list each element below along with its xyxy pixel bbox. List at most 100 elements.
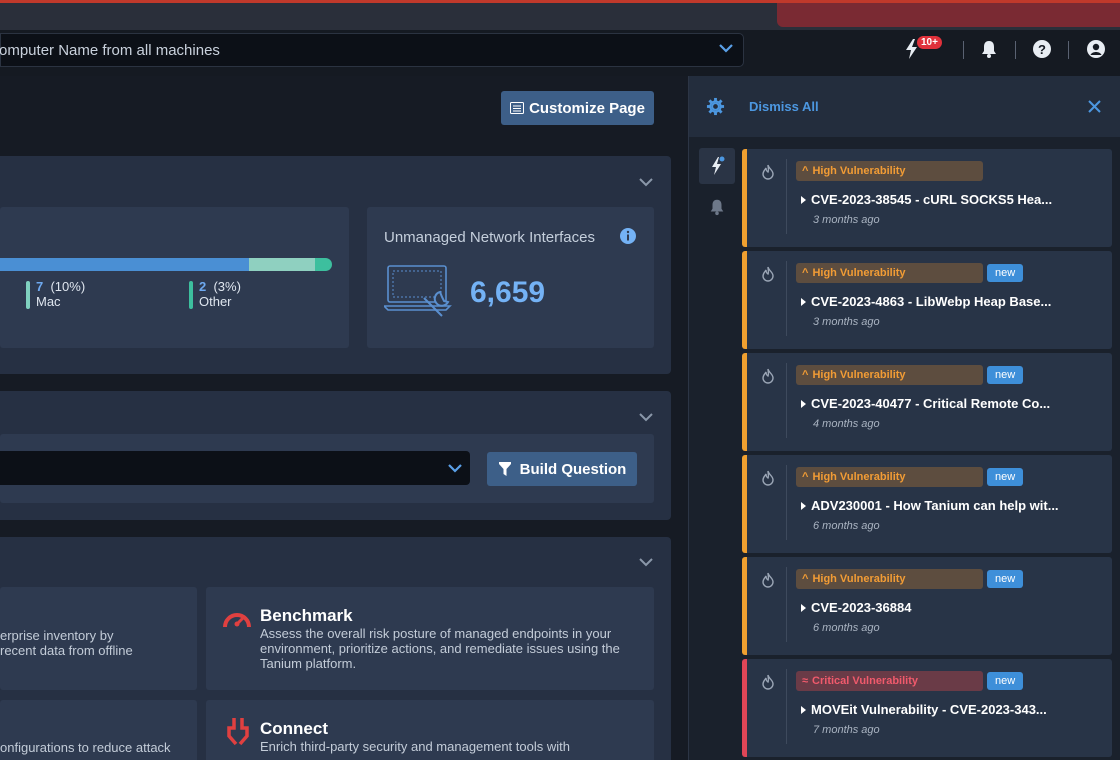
caret-right-icon	[801, 501, 806, 510]
modules-section: erprise inventory by recent data from of…	[0, 537, 671, 760]
severity-tag: ^ High Vulnerability	[796, 467, 983, 487]
notification-time: 6 months ago	[813, 520, 880, 532]
question-section: Build Question	[0, 391, 671, 520]
hardening-tile[interactable]: onfigurations to reduce attack	[0, 700, 197, 760]
new-badge: new	[987, 672, 1024, 690]
notification-title-text: MOVEit Vulnerability - CVE-2023-343...	[811, 702, 1047, 717]
header-bar: omputer Name from all machines	[0, 30, 1120, 76]
laptop-wrench-icon	[384, 265, 452, 317]
notification-title[interactable]: CVE-2023-36884	[801, 600, 911, 615]
connect-tile[interactable]: Connect Enrich third-party security and …	[206, 700, 654, 760]
benchmark-desc: Assess the overall risk posture of manag…	[260, 626, 620, 671]
chevron-down-icon[interactable]	[637, 408, 655, 426]
double-chevron-up-icon: ≈	[802, 675, 809, 687]
notification-card[interactable]: ^ High Vulnerability new CVE-2023-36884 6…	[742, 557, 1112, 655]
notification-time: 7 months ago	[813, 724, 880, 736]
divider	[786, 567, 787, 642]
chevron-up-icon: ^	[802, 165, 809, 177]
severity-label: High Vulnerability	[812, 267, 906, 279]
benchmark-title: Benchmark	[260, 606, 353, 625]
notification-title[interactable]: CVE-2023-4863 - LibWebp Heap Base...	[801, 294, 1051, 309]
lightning-icon	[712, 156, 725, 175]
chevron-down-icon[interactable]	[446, 459, 464, 477]
notification-title-text: ADV230001 - How Tanium can help wit...	[811, 498, 1059, 513]
tab-alerts[interactable]	[699, 190, 735, 226]
other-label: Other	[199, 294, 232, 309]
other-legend-swatch	[189, 281, 193, 309]
notification-title[interactable]: CVE-2023-38545 - cURL SOCKS5 Hea...	[801, 192, 1052, 207]
user-icon[interactable]	[1086, 39, 1106, 59]
inventory-desc-line2: recent data from offline	[0, 643, 133, 658]
question-search-input[interactable]: omputer Name from all machines	[0, 33, 744, 67]
build-question-label: Build Question	[519, 460, 627, 478]
notification-time: 3 months ago	[813, 214, 880, 226]
notification-title[interactable]: CVE-2023-40477 - Critical Remote Co...	[801, 396, 1050, 411]
notification-card[interactable]: ≈ Critical Vulnerability new MOVEit Vulne…	[742, 659, 1112, 757]
divider	[786, 261, 787, 336]
top-strip	[0, 0, 1120, 30]
notification-title-text: CVE-2023-4863 - LibWebp Heap Base...	[811, 294, 1052, 309]
inventory-desc-line1: erprise inventory by	[0, 628, 114, 643]
mac-legend-swatch	[26, 281, 30, 309]
fire-icon	[762, 266, 774, 282]
severity-tag: ^ High Vulnerability	[796, 263, 983, 283]
build-question-button[interactable]: Build Question	[487, 452, 637, 486]
bar-segment-other	[315, 258, 332, 271]
notification-card[interactable]: ^ High Vulnerability new ADV230001 - How …	[742, 455, 1112, 553]
divider	[786, 363, 787, 438]
bar-segment-windows	[0, 258, 249, 271]
question-input[interactable]	[0, 451, 470, 485]
environment-banner	[777, 3, 1120, 27]
notifications-panel: Dismiss All ^ High Vulnerability CVE-2023…	[688, 76, 1120, 760]
other-percent: (3%)	[213, 279, 241, 294]
chevron-up-icon: ^	[802, 573, 809, 585]
other-stat: 2 (3%) Other	[199, 279, 241, 309]
notification-card[interactable]: ^ High Vulnerability CVE-2023-38545 - cUR…	[742, 149, 1112, 247]
mac-count: 7	[36, 279, 44, 294]
inventory-tile[interactable]: erprise inventory by recent data from of…	[0, 587, 197, 690]
other-count: 2	[199, 279, 207, 294]
notification-count-badge: 10+	[917, 36, 942, 49]
caret-right-icon	[801, 195, 806, 204]
divider	[1068, 41, 1069, 59]
bell-icon[interactable]	[979, 39, 999, 59]
customize-page-button[interactable]: Customize Page	[501, 91, 654, 125]
chevron-down-icon[interactable]	[717, 39, 735, 57]
customize-page-label: Customize Page	[529, 99, 645, 117]
plug-icon	[227, 718, 249, 746]
notification-title[interactable]: ADV230001 - How Tanium can help wit...	[801, 498, 1059, 513]
notification-title-text: CVE-2023-38545 - cURL SOCKS5 Hea...	[811, 192, 1053, 207]
severity-label: High Vulnerability	[812, 369, 906, 381]
tab-activity[interactable]	[699, 148, 735, 184]
close-icon[interactable]	[1087, 99, 1102, 114]
benchmark-tile[interactable]: Benchmark Assess the overall risk postur…	[206, 587, 654, 690]
notification-title[interactable]: MOVEit Vulnerability - CVE-2023-343...	[801, 702, 1047, 717]
divider	[786, 465, 787, 540]
severity-label: Critical Vulnerability	[812, 675, 919, 687]
new-badge: new	[987, 468, 1024, 486]
severity-tag: ^ High Vulnerability	[796, 161, 983, 181]
help-icon[interactable]: ?	[1032, 39, 1052, 59]
severity-tag: ^ High Vulnerability	[796, 365, 983, 385]
notification-title-text: CVE-2023-36884	[811, 600, 912, 615]
notification-card[interactable]: ^ High Vulnerability new CVE-2023-4863 - …	[742, 251, 1112, 349]
chevron-up-icon: ^	[802, 369, 809, 381]
connect-title: Connect	[260, 719, 328, 738]
chevron-up-icon: ^	[802, 471, 809, 483]
chevron-down-icon[interactable]	[637, 173, 655, 191]
os-distribution-bar	[0, 258, 332, 271]
mac-label: Mac	[36, 294, 61, 309]
notification-card[interactable]: ^ High Vulnerability new CVE-2023-40477 -…	[742, 353, 1112, 451]
notification-title-text: CVE-2023-40477 - Critical Remote Co...	[811, 396, 1051, 411]
bar-segment-mac	[249, 258, 315, 271]
notification-time: 3 months ago	[813, 316, 880, 328]
dismiss-all-button[interactable]: Dismiss All	[749, 99, 819, 114]
info-icon[interactable]	[619, 227, 637, 245]
caret-right-icon	[801, 705, 806, 714]
gear-icon[interactable]	[706, 97, 725, 116]
divider	[963, 41, 964, 59]
question-card: Build Question	[0, 434, 654, 503]
unmanaged-interfaces-card[interactable]: Unmanaged Network Interfaces 6,659	[367, 207, 654, 348]
notification-time: 4 months ago	[813, 418, 880, 430]
chevron-down-icon[interactable]	[637, 553, 655, 571]
